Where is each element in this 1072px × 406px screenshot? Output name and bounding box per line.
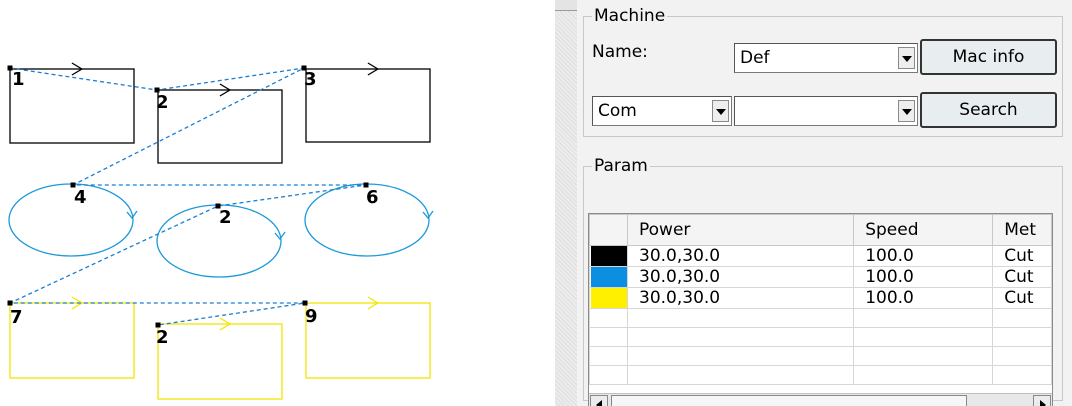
param-table-body: 30.0,30.0 100.0 Cut 30.0,30.0 100.0 Cut 30.0,3… bbox=[589, 245, 1052, 385]
chevron-down-icon[interactable] bbox=[898, 47, 915, 69]
start-point-label: 2 bbox=[219, 207, 232, 228]
splitter-cap bbox=[555, 0, 577, 11]
table-row[interactable]: 30.0,30.0 100.0 Cut bbox=[589, 287, 1052, 309]
row-method-cell[interactable] bbox=[992, 327, 1052, 347]
start-point-label: 9 bbox=[305, 306, 318, 327]
row-power-cell[interactable]: 30.0,30.0 bbox=[626, 266, 855, 288]
row-color-cell[interactable] bbox=[589, 287, 628, 309]
row-speed-cell[interactable] bbox=[853, 327, 994, 347]
start-point-label: 4 bbox=[74, 187, 87, 208]
row-color-cell[interactable] bbox=[589, 266, 628, 288]
row-method-cell[interactable]: Cut bbox=[992, 266, 1052, 288]
start-point-label: 2 bbox=[156, 92, 169, 113]
shape-outline bbox=[9, 302, 135, 379]
row-speed-cell[interactable]: 100.0 bbox=[853, 266, 994, 288]
scroll-right-icon[interactable] bbox=[1033, 395, 1051, 406]
start-point-label: 2 bbox=[156, 327, 169, 348]
mac-info-button[interactable]: Mac info bbox=[920, 39, 1057, 75]
row-speed-cell[interactable]: 100.0 bbox=[853, 287, 994, 309]
shape-outline bbox=[9, 68, 135, 144]
start-point-label: 7 bbox=[10, 307, 23, 328]
row-speed-cell[interactable] bbox=[853, 346, 994, 366]
row-speed-cell[interactable]: 100.0 bbox=[853, 245, 994, 267]
column-header-power[interactable]: Power bbox=[626, 214, 855, 246]
color-swatch bbox=[591, 246, 627, 266]
row-speed-cell[interactable] bbox=[853, 365, 994, 385]
chevron-down-icon[interactable] bbox=[898, 100, 915, 122]
start-point-label: 6 bbox=[366, 187, 379, 208]
table-row[interactable]: 30.0,30.0 100.0 Cut bbox=[589, 266, 1052, 288]
table-row[interactable] bbox=[589, 308, 1052, 328]
row-power-cell[interactable] bbox=[626, 327, 855, 347]
port-value: Com bbox=[598, 101, 637, 121]
row-method-cell[interactable]: Cut bbox=[992, 287, 1052, 309]
name-value: Def bbox=[740, 48, 770, 68]
table-row[interactable] bbox=[589, 365, 1052, 385]
row-power-cell[interactable]: 30.0,30.0 bbox=[626, 287, 855, 309]
row-method-cell[interactable]: Cut bbox=[992, 245, 1052, 267]
param-table: Power Speed Met 30.0,30.0 100.0 Cut 30.0,30… bbox=[589, 214, 1052, 385]
machine-legend: Machine bbox=[594, 6, 666, 26]
start-point-marker bbox=[7, 300, 13, 306]
param-legend: Param bbox=[594, 156, 648, 176]
param-header-row: Power Speed Met bbox=[589, 214, 1052, 246]
column-header-method[interactable]: Met bbox=[992, 214, 1052, 246]
row-color-cell[interactable] bbox=[589, 365, 628, 385]
shape-outline bbox=[8, 183, 134, 257]
scrollbar-thumb[interactable] bbox=[611, 395, 967, 406]
row-power-cell[interactable] bbox=[626, 308, 855, 328]
row-method-cell[interactable] bbox=[992, 308, 1052, 328]
shape-outline bbox=[157, 323, 283, 400]
param-group: Param Power Speed Met 30.0,30.0 100.0 Cut 3… bbox=[583, 156, 1063, 406]
chevron-down-icon[interactable] bbox=[712, 100, 729, 122]
table-row[interactable]: 30.0,30.0 100.0 Cut bbox=[589, 245, 1052, 267]
panel-splitter[interactable] bbox=[555, 0, 577, 406]
shape-outline bbox=[305, 302, 431, 379]
row-method-cell[interactable] bbox=[992, 365, 1052, 385]
row-power-cell[interactable] bbox=[626, 346, 855, 366]
row-color-cell[interactable] bbox=[589, 327, 628, 347]
row-color-cell[interactable] bbox=[589, 346, 628, 366]
port-dropdown[interactable]: Com bbox=[592, 96, 732, 126]
row-speed-cell[interactable] bbox=[853, 308, 994, 328]
shape-outline bbox=[305, 68, 431, 143]
search-button[interactable]: Search bbox=[920, 92, 1057, 128]
row-power-cell[interactable] bbox=[626, 365, 855, 385]
scroll-left-icon[interactable] bbox=[590, 395, 608, 406]
row-method-cell[interactable] bbox=[992, 346, 1052, 366]
start-point-marker bbox=[302, 300, 308, 306]
settings-panel: Machine Name: Def Mac info Com Search Pa… bbox=[555, 0, 1072, 406]
start-point-label: 3 bbox=[304, 69, 317, 90]
port-select-dropdown[interactable] bbox=[734, 96, 918, 126]
color-swatch bbox=[591, 267, 627, 287]
panel-body: Machine Name: Def Mac info Com Search Pa… bbox=[577, 0, 1072, 406]
horizontal-scrollbar[interactable] bbox=[589, 393, 1052, 406]
layer-canvas[interactable]: 1 2 3 4 2 6 7 2 9 bbox=[0, 0, 555, 406]
param-grid[interactable]: Power Speed Met 30.0,30.0 100.0 Cut 30.0,30… bbox=[588, 213, 1053, 406]
start-point-label: 1 bbox=[12, 69, 25, 90]
travel-path bbox=[9, 67, 367, 326]
name-label: Name: bbox=[592, 42, 648, 62]
column-header-speed[interactable]: Speed bbox=[853, 214, 994, 246]
shape-outline bbox=[157, 89, 283, 164]
row-color-cell[interactable] bbox=[589, 308, 628, 328]
row-color-cell[interactable] bbox=[589, 245, 628, 267]
table-row[interactable] bbox=[589, 346, 1052, 366]
row-power-cell[interactable]: 30.0,30.0 bbox=[626, 245, 855, 267]
column-header-color[interactable] bbox=[589, 214, 628, 246]
name-dropdown[interactable]: Def bbox=[734, 43, 918, 73]
color-swatch bbox=[591, 288, 627, 308]
machine-group: Machine Name: Def Mac info Com Search bbox=[583, 6, 1063, 137]
table-row[interactable] bbox=[589, 327, 1052, 347]
